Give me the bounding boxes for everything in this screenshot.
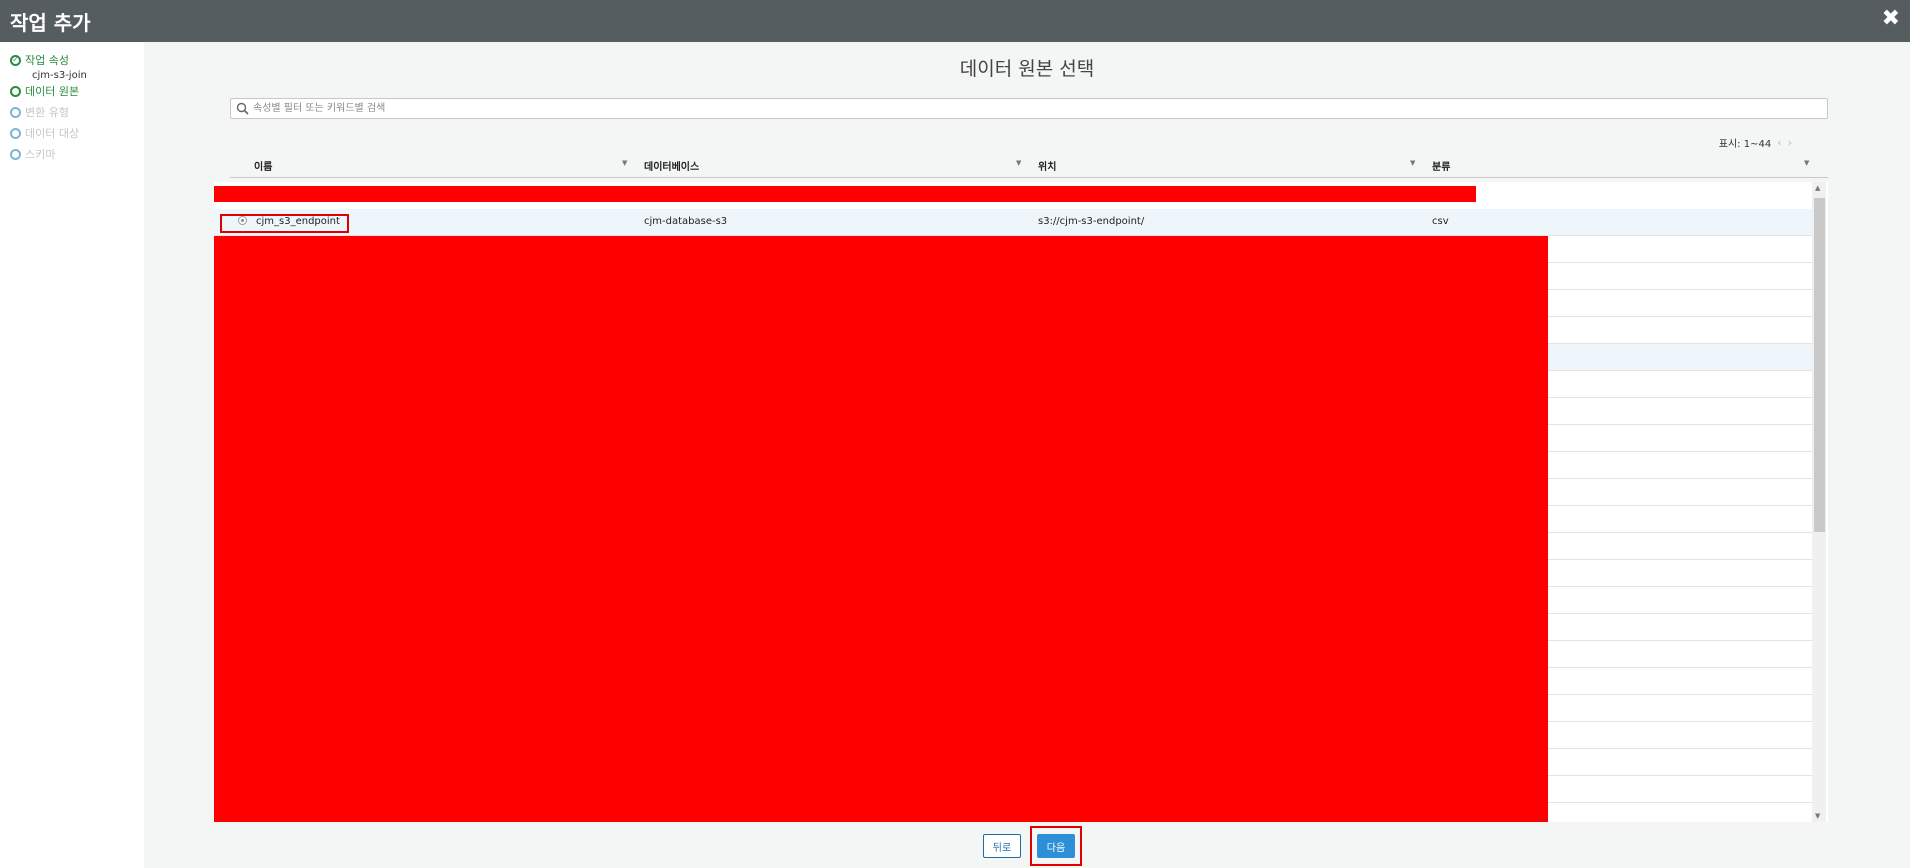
circle-icon	[10, 85, 21, 97]
column-header-location[interactable]: 위치	[1038, 158, 1056, 173]
back-button[interactable]: 뒤로	[983, 834, 1021, 858]
column-header-classification[interactable]: 분류	[1432, 158, 1450, 173]
scroll-down-icon[interactable]: ▼	[1815, 812, 1820, 820]
modal-header: 작업 추가 ✖	[0, 0, 1910, 42]
step-job-name: cjm-s3-join	[32, 70, 87, 81]
page-title: 데이터 원본 선택	[959, 58, 1095, 80]
search-box[interactable]	[230, 98, 1828, 119]
step-data-source[interactable]: 데이터 원본	[10, 83, 79, 99]
pagination-label: 표시: 1~44	[1718, 139, 1772, 150]
sort-icon[interactable]: ▼	[1016, 159, 1021, 167]
next-page-icon[interactable]: ›	[1788, 136, 1792, 149]
step-label: 스키마	[25, 148, 56, 161]
table-header: 이름 ▼ 데이터베이스 ▼ 위치 ▼ 분류 ▼	[230, 153, 1828, 178]
highlight-box	[220, 214, 349, 233]
step-data-target: 데이터 대상	[10, 125, 79, 141]
cell-database: cjm-database-s3	[644, 216, 728, 227]
search-icon	[236, 102, 249, 115]
step-job-properties[interactable]: ✓ 작업 속성	[10, 52, 69, 68]
search-input[interactable]	[253, 100, 1813, 117]
close-icon[interactable]: ✖	[1882, 6, 1900, 31]
step-label: 변환 유형	[25, 106, 69, 119]
scroll-up-icon[interactable]: ▲	[1815, 184, 1820, 192]
cell-location: s3://cjm-s3-endpoint/	[1038, 216, 1145, 227]
main-panel: 데이터 원본 선택 표시: 1~44 ‹ › 이름 ▼ 데이터베이스 ▼ 위치 …	[144, 42, 1910, 868]
redacted-area	[214, 236, 1548, 822]
check-icon: ✓	[10, 54, 21, 66]
column-header-database[interactable]: 데이터베이스	[644, 158, 699, 173]
sort-icon[interactable]: ▼	[1410, 159, 1415, 167]
wizard-sidebar: ✓ 작업 속성 cjm-s3-join 데이터 원본 변환 유형 데이터 대상 …	[0, 42, 144, 868]
cell-classification: csv	[1432, 216, 1449, 227]
prev-page-icon[interactable]: ‹	[1777, 136, 1781, 149]
sort-icon[interactable]: ▼	[622, 159, 627, 167]
redacted-area	[214, 186, 1476, 202]
table-body: cjm_s3_endpoint cjm-database-s3 s3://cjm…	[214, 182, 1828, 822]
pagination: 표시: 1~44 ‹ ›	[1719, 135, 1792, 150]
sort-icon[interactable]: ▼	[1804, 159, 1809, 167]
circle-icon	[10, 148, 21, 160]
circle-icon	[10, 127, 21, 139]
highlight-box	[1030, 826, 1082, 866]
step-label: 작업 속성	[25, 54, 69, 67]
scrollbar-thumb[interactable]	[1814, 198, 1825, 532]
step-label: 데이터 원본	[25, 85, 80, 98]
step-label: 데이터 대상	[25, 127, 80, 140]
modal-title: 작업 추가	[10, 11, 91, 35]
circle-icon	[10, 106, 21, 118]
table-scrollbar[interactable]: ▲ ▼	[1812, 182, 1826, 822]
column-header-name[interactable]: 이름	[254, 158, 272, 173]
step-schema: 스키마	[10, 146, 55, 162]
table-row-selected[interactable]: cjm_s3_endpoint cjm-database-s3 s3://cjm…	[214, 209, 1812, 236]
step-transform-type: 변환 유형	[10, 104, 69, 120]
